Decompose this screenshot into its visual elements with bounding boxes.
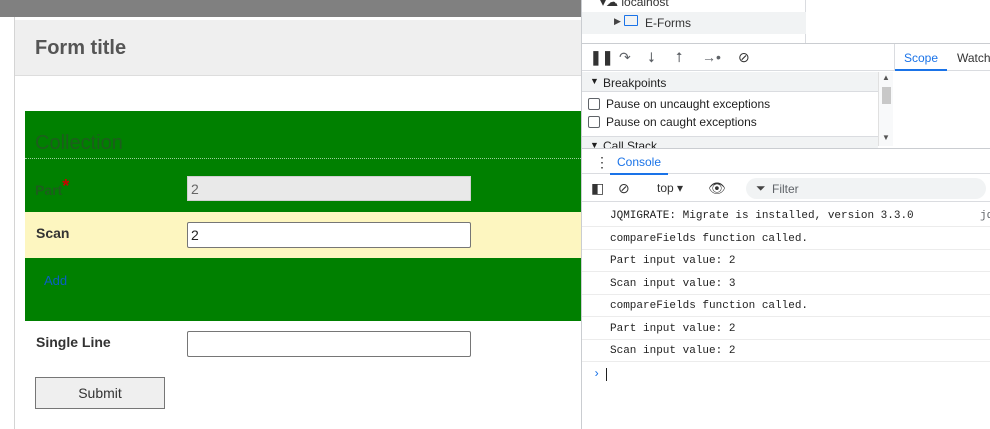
breakpoints-scrollbar[interactable]: ▲ ▼	[878, 72, 893, 146]
single-line-input[interactable]	[187, 331, 471, 357]
tree-eforms-label: E-Forms	[645, 16, 691, 30]
scrollbar-thumb[interactable]	[882, 87, 891, 104]
drawer-tabbar: ⋮ Console	[582, 148, 990, 175]
page-gutter	[0, 17, 15, 429]
devtools-panel: ▾☁ localhost ▶ E-Forms ❚❚ ↷ ⭣ ⭡ →• ⊘ Sco…	[581, 0, 990, 429]
submit-button[interactable]: Submit	[35, 377, 165, 409]
console-message-text: JQMIGRATE: Migrate is installed, version…	[610, 210, 914, 222]
pause-uncaught-checkbox[interactable]	[588, 98, 600, 110]
deactivate-breakpoints-icon[interactable]: ⊘	[738, 49, 750, 66]
console-prompt-icon: ›	[593, 367, 601, 381]
required-marker: *	[62, 176, 70, 196]
clear-console-icon[interactable]: ⊘	[618, 180, 630, 197]
pause-uncaught-label: Pause on uncaught exceptions	[606, 97, 771, 111]
console-message-source[interactable]: jq	[980, 210, 990, 222]
part-input[interactable]	[187, 176, 471, 201]
call-stack-label: Call Stack	[603, 139, 658, 148]
part-label: Part*	[35, 176, 70, 200]
collection-divider	[25, 158, 581, 159]
step-into-icon[interactable]: ⭣	[648, 49, 655, 66]
breakpoints-header-label: Breakpoints	[603, 76, 667, 90]
console-message-text: compareFields function called.	[610, 233, 809, 245]
tree-item-eforms[interactable]: ▶ E-Forms	[582, 12, 806, 34]
form-page: Form title Collection Part* Scan Add Sin…	[0, 0, 581, 429]
add-row-link[interactable]: Add	[44, 273, 67, 288]
eye-icon[interactable]: 👁	[708, 180, 726, 197]
console-input[interactable]	[606, 368, 607, 381]
form-header: Form title	[15, 20, 581, 76]
more-options-icon[interactable]: ⋮	[595, 154, 609, 171]
console-message: Part input value: 2	[582, 318, 990, 340]
step-icon[interactable]: →•	[702, 49, 721, 65]
debugger-toolbar: ❚❚ ↷ ⭣ ⭡ →• ⊘	[582, 44, 894, 71]
console-message-text: Part input value: 2	[610, 255, 736, 267]
filter-input[interactable]: ⏷ Filter	[746, 178, 986, 199]
chevron-right-icon: ▶	[614, 16, 621, 26]
dropdown-arrow-icon: ▾	[677, 181, 684, 195]
console-message: compareFields function called.	[582, 295, 990, 317]
pause-icon[interactable]: ❚❚	[590, 49, 613, 66]
console-message: compareFields function called.	[582, 228, 990, 250]
tab-scope[interactable]: Scope	[895, 44, 947, 71]
context-selector-label: top	[657, 181, 674, 195]
tab-watch[interactable]: Watch	[957, 51, 990, 65]
scan-label: Scan	[36, 225, 70, 241]
filter-icon: ⏷	[756, 181, 766, 195]
pause-caught-checkbox[interactable]	[588, 116, 600, 128]
page-top-strip	[0, 0, 581, 17]
call-stack-header[interactable]: ▼ Call Stack	[582, 136, 878, 148]
expand-triangle-icon: ▼	[590, 76, 599, 86]
console-message-text: Part input value: 2	[610, 323, 736, 335]
step-over-icon[interactable]: ↷	[619, 49, 631, 66]
scroll-up-icon[interactable]: ▲	[882, 73, 890, 82]
cloud-icon: ▾☁	[600, 0, 619, 9]
breakpoints-header[interactable]: ▼ Breakpoints	[582, 72, 878, 92]
form-frame-edge	[14, 17, 15, 429]
console-message: JQMIGRATE: Migrate is installed, version…	[582, 205, 990, 227]
console-message-text: Scan input value: 3	[610, 278, 736, 290]
sidebar-toggle-icon[interactable]: ◧	[591, 180, 604, 197]
scan-input[interactable]	[187, 222, 471, 248]
tab-console[interactable]: Console	[610, 149, 668, 175]
scroll-down-icon[interactable]: ▼	[882, 133, 890, 142]
scan-row: Scan	[25, 212, 581, 258]
console-message: Scan input value: 2	[582, 340, 990, 362]
folder-icon	[624, 15, 638, 26]
tree-item-host[interactable]: ▾☁ localhost	[600, 0, 669, 9]
pause-caught-label: Pause on caught exceptions	[606, 115, 757, 129]
console-toolbar: ◧ ⊘ top ▾ 👁 ⏷ Filter	[582, 175, 990, 202]
console-message: Scan input value: 3	[582, 273, 990, 295]
step-out-icon[interactable]: ⭡	[676, 49, 683, 66]
filter-placeholder: Filter	[772, 182, 799, 196]
context-selector[interactable]: top ▾	[657, 181, 683, 195]
console-message-text: compareFields function called.	[610, 300, 809, 312]
sidebar-tabs: Scope Watch	[894, 44, 990, 71]
console-message-text: Scan input value: 2	[610, 345, 736, 357]
part-label-text: Part	[35, 182, 63, 198]
expand-triangle-icon: ▼	[590, 140, 599, 148]
form-title: Form title	[35, 37, 127, 59]
tree-host-label: localhost	[621, 0, 669, 9]
single-line-label: Single Line	[36, 334, 111, 350]
console-message: Part input value: 2	[582, 250, 990, 272]
collection-section: Collection Part* Scan Add	[25, 111, 581, 321]
sources-tree: ▾☁ localhost ▶ E-Forms	[582, 0, 806, 43]
collection-heading: Collection	[35, 132, 123, 154]
